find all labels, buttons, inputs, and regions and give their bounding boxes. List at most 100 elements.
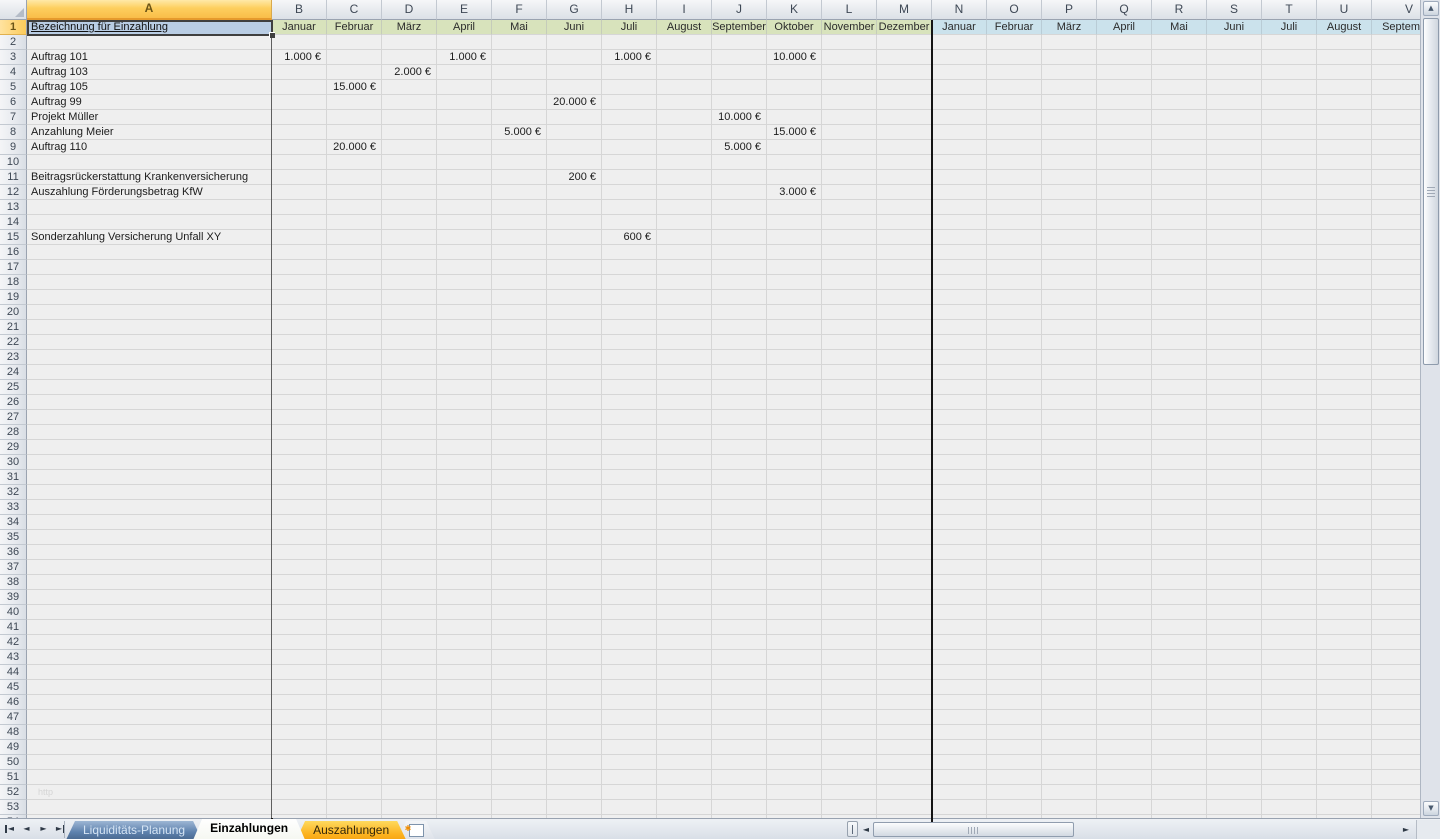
cell-V14[interactable] — [1372, 215, 1420, 230]
cell-K34[interactable] — [767, 515, 822, 530]
cell-T50[interactable] — [1262, 755, 1317, 770]
cell-Q10[interactable] — [1097, 155, 1152, 170]
cell-I20[interactable] — [657, 305, 712, 320]
cell-V2[interactable] — [1372, 35, 1420, 50]
cell-B40[interactable] — [272, 605, 327, 620]
cell-A12[interactable]: Auszahlung Förderungsbetrag KfW — [27, 185, 272, 200]
cell-Q43[interactable] — [1097, 650, 1152, 665]
cell-U38[interactable] — [1317, 575, 1372, 590]
cell-J49[interactable] — [712, 740, 767, 755]
cell-S38[interactable] — [1207, 575, 1262, 590]
cell-T10[interactable] — [1262, 155, 1317, 170]
cell-N16[interactable] — [932, 245, 987, 260]
cell-U48[interactable] — [1317, 725, 1372, 740]
cell-V43[interactable] — [1372, 650, 1420, 665]
cell-H12[interactable] — [602, 185, 657, 200]
cell-B16[interactable] — [272, 245, 327, 260]
cell-O7[interactable] — [987, 110, 1042, 125]
cell-T22[interactable] — [1262, 335, 1317, 350]
cell-T25[interactable] — [1262, 380, 1317, 395]
cell-B37[interactable] — [272, 560, 327, 575]
cell-I32[interactable] — [657, 485, 712, 500]
cell-B38[interactable] — [272, 575, 327, 590]
cell-M18[interactable] — [877, 275, 932, 290]
cell-F26[interactable] — [492, 395, 547, 410]
cell-F3[interactable] — [492, 50, 547, 65]
row-header-6[interactable]: 6 — [0, 95, 27, 110]
cell-B18[interactable] — [272, 275, 327, 290]
cell-S36[interactable] — [1207, 545, 1262, 560]
cell-J13[interactable] — [712, 200, 767, 215]
cell-P3[interactable] — [1042, 50, 1097, 65]
cell-D32[interactable] — [382, 485, 437, 500]
cell-V45[interactable] — [1372, 680, 1420, 695]
cell-C5[interactable]: 15.000 € — [327, 80, 382, 95]
cell-J4[interactable] — [712, 65, 767, 80]
cell-E15[interactable] — [437, 230, 492, 245]
cell-B29[interactable] — [272, 440, 327, 455]
cell-A24[interactable] — [27, 365, 272, 380]
cell-R46[interactable] — [1152, 695, 1207, 710]
cell-S34[interactable] — [1207, 515, 1262, 530]
cell-T39[interactable] — [1262, 590, 1317, 605]
cell-R30[interactable] — [1152, 455, 1207, 470]
cell-K52[interactable] — [767, 785, 822, 800]
cell-U44[interactable] — [1317, 665, 1372, 680]
cell-L41[interactable] — [822, 620, 877, 635]
cell-D48[interactable] — [382, 725, 437, 740]
cell-F2[interactable] — [492, 35, 547, 50]
cell-D22[interactable] — [382, 335, 437, 350]
cell-L33[interactable] — [822, 500, 877, 515]
cell-J27[interactable] — [712, 410, 767, 425]
cell-J35[interactable] — [712, 530, 767, 545]
row-header-27[interactable]: 27 — [0, 410, 27, 425]
cell-U47[interactable] — [1317, 710, 1372, 725]
cell-Q9[interactable] — [1097, 140, 1152, 155]
row-header-13[interactable]: 13 — [0, 200, 27, 215]
cell-L40[interactable] — [822, 605, 877, 620]
cell-O26[interactable] — [987, 395, 1042, 410]
cell-R45[interactable] — [1152, 680, 1207, 695]
cell-J23[interactable] — [712, 350, 767, 365]
cell-D3[interactable] — [382, 50, 437, 65]
cell-Q39[interactable] — [1097, 590, 1152, 605]
cell-D6[interactable] — [382, 95, 437, 110]
cell-S51[interactable] — [1207, 770, 1262, 785]
cell-K41[interactable] — [767, 620, 822, 635]
cell-L26[interactable] — [822, 395, 877, 410]
row-header-47[interactable]: 47 — [0, 710, 27, 725]
cell-I17[interactable] — [657, 260, 712, 275]
cell-A14[interactable] — [27, 215, 272, 230]
cell-B4[interactable] — [272, 65, 327, 80]
cell-H23[interactable] — [602, 350, 657, 365]
cell-B1[interactable]: Januar — [272, 20, 327, 35]
cell-K31[interactable] — [767, 470, 822, 485]
cell-H40[interactable] — [602, 605, 657, 620]
cell-K53[interactable] — [767, 800, 822, 815]
cell-Q48[interactable] — [1097, 725, 1152, 740]
cell-I43[interactable] — [657, 650, 712, 665]
cell-K50[interactable] — [767, 755, 822, 770]
cell-A6[interactable]: Auftrag 99 — [27, 95, 272, 110]
cell-O29[interactable] — [987, 440, 1042, 455]
cell-Q30[interactable] — [1097, 455, 1152, 470]
cell-E52[interactable] — [437, 785, 492, 800]
cell-B11[interactable] — [272, 170, 327, 185]
cell-S27[interactable] — [1207, 410, 1262, 425]
cell-M31[interactable] — [877, 470, 932, 485]
cell-O37[interactable] — [987, 560, 1042, 575]
cell-S15[interactable] — [1207, 230, 1262, 245]
cell-H4[interactable] — [602, 65, 657, 80]
cell-J20[interactable] — [712, 305, 767, 320]
cell-A47[interactable] — [27, 710, 272, 725]
cell-B3[interactable]: 1.000 € — [272, 50, 327, 65]
row-header-46[interactable]: 46 — [0, 695, 27, 710]
cell-J45[interactable] — [712, 680, 767, 695]
cell-H19[interactable] — [602, 290, 657, 305]
cell-L5[interactable] — [822, 80, 877, 95]
cell-Q1[interactable]: April — [1097, 20, 1152, 35]
cell-V15[interactable] — [1372, 230, 1420, 245]
cell-S39[interactable] — [1207, 590, 1262, 605]
cell-H50[interactable] — [602, 755, 657, 770]
cell-J48[interactable] — [712, 725, 767, 740]
